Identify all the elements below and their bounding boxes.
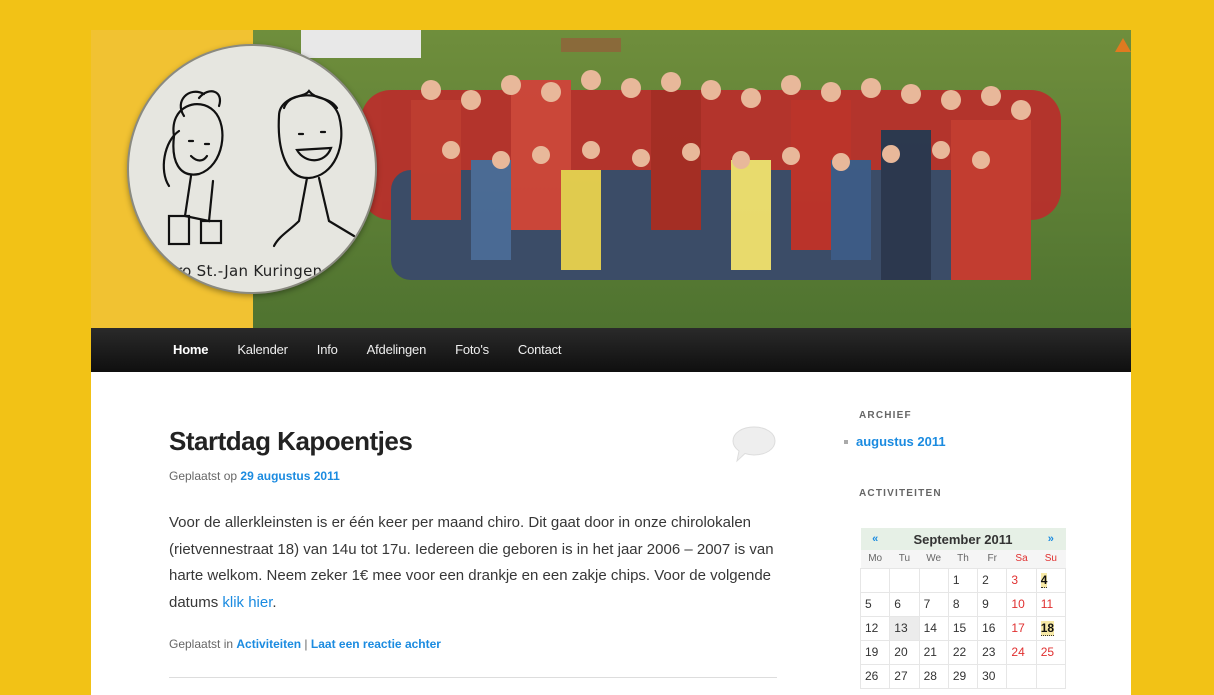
main-navigation: Home Kalender Info Afdelingen Foto's Con… — [91, 328, 1131, 372]
calendar-day: 29 — [947, 663, 979, 689]
calendar-event-link[interactable]: 4 — [1040, 573, 1048, 588]
calendar-day: 19 — [859, 639, 891, 665]
calendar-day: 15 — [947, 615, 979, 641]
footer-separator: | — [304, 637, 308, 651]
post-body-end: . — [272, 593, 277, 611]
post-footer-prefix: Geplaatst in — [169, 637, 234, 651]
nav-item-afdelingen[interactable]: Afdelingen — [367, 328, 427, 372]
calendar-day-empty — [918, 567, 949, 593]
calendar-day: 25 — [1035, 639, 1067, 665]
calendar-month-title: September 2011 — [913, 531, 1013, 547]
nav-item-contact[interactable]: Contact — [518, 328, 562, 372]
post-meta-prefix: Geplaatst op — [169, 469, 238, 483]
calendar-day: 30 — [977, 663, 1008, 689]
calendar-next-button[interactable]: » — [1036, 528, 1065, 550]
archive-link-aug-2011[interactable]: augustus 2011 — [856, 434, 946, 449]
weekday-label: Mo — [860, 550, 890, 568]
calendar-day: 26 — [859, 663, 891, 689]
calendar-day-empty — [889, 567, 920, 593]
weekday-label: Su — [1036, 550, 1066, 568]
bullet-icon — [844, 439, 848, 444]
calendar-day: 6 — [889, 591, 920, 617]
calendar-day-today: 13 — [889, 615, 920, 641]
weekday-label: Tu — [889, 550, 920, 568]
nav-item-fotos[interactable]: Foto's — [455, 328, 489, 372]
post-date-link[interactable]: 29 augustus 2011 — [240, 469, 339, 483]
calendar-day: 14 — [918, 615, 949, 641]
calendar-day: 27 — [889, 663, 920, 689]
calendar-day-empty — [859, 567, 891, 593]
calendar-day: 1 — [947, 567, 979, 593]
page-container: Chiro St.-Jan Kuringen Hei Home Kalender… — [91, 30, 1131, 695]
calendar-day: 24 — [1006, 639, 1037, 665]
weekday-label: Th — [948, 550, 978, 568]
nav-item-home[interactable]: Home — [173, 328, 209, 372]
post-footer: Geplaatst in Activiteiten | Laat een rea… — [169, 637, 441, 651]
weekday-label: Fr — [977, 550, 1007, 568]
calendar-weekday-row: Mo Tu We Th Fr Sa Su — [860, 550, 1066, 568]
calendar-day: 21 — [918, 639, 949, 665]
calendar-day: 17 — [1006, 615, 1037, 641]
calendar-day: 5 — [859, 591, 891, 617]
calendar-week-row: 1 2 3 4 — [859, 567, 1067, 593]
calendar-day-event[interactable]: 4 — [1035, 567, 1067, 593]
post-title[interactable]: Startdag Kapoentjes — [169, 426, 413, 457]
calendar-week-row: 12 13 14 15 16 17 18 — [859, 615, 1067, 641]
logo-caption: Chiro St.-Jan Kuringen Hei — [150, 262, 354, 280]
calendar-day: 3 — [1006, 567, 1037, 593]
weekday-label: We — [919, 550, 949, 568]
category-link[interactable]: Activiteiten — [236, 637, 301, 651]
calendar-day: 28 — [918, 663, 949, 689]
calendar-day: 22 — [947, 639, 979, 665]
calendar-day: 7 — [918, 591, 949, 617]
calendar-day: 12 — [859, 615, 891, 641]
calendar-week-row: 5 6 7 8 9 10 11 — [859, 591, 1067, 617]
calendar-week-row: 19 20 21 22 23 24 25 — [859, 639, 1067, 665]
cartoon-kids-icon — [162, 89, 356, 248]
calendar-day: 2 — [977, 567, 1008, 593]
calendar-day: 11 — [1035, 591, 1067, 617]
post-body: Voor de allerkleinsten is er één keer pe… — [169, 510, 777, 616]
archive-widget-title: ARCHIEF — [859, 410, 912, 421]
calendar-day: 10 — [1006, 591, 1037, 617]
calendar-prev-button[interactable]: « — [861, 528, 890, 550]
archive-item: augustus 2011 — [844, 434, 946, 449]
calendar-event-link[interactable]: 18 — [1040, 621, 1055, 636]
calendar-day-empty — [1035, 663, 1067, 689]
leave-reply-link[interactable]: Laat een reactie achter — [311, 637, 441, 651]
post-body-link[interactable]: klik hier — [222, 594, 272, 611]
calendar-week-row: 26 27 28 29 30 — [859, 663, 1067, 689]
calendar-widget: « September 2011 » Mo Tu We Th Fr Sa Su … — [859, 528, 1067, 689]
calendar-header: « September 2011 » — [860, 528, 1066, 550]
weekday-label: Sa — [1006, 550, 1037, 568]
calendar-day: 23 — [977, 639, 1008, 665]
activities-widget-title: ACTIVITEITEN — [859, 488, 942, 499]
post-meta: Geplaatst op 29 augustus 2011 — [169, 469, 340, 483]
site-logo[interactable]: Chiro St.-Jan Kuringen Hei — [127, 44, 377, 294]
nav-item-info[interactable]: Info — [317, 328, 338, 372]
site-header: Chiro St.-Jan Kuringen Hei — [91, 30, 1131, 328]
calendar-day: 20 — [889, 639, 920, 665]
calendar-day: 8 — [947, 591, 979, 617]
comment-bubble-icon[interactable] — [731, 424, 777, 464]
calendar-day-empty — [1006, 663, 1037, 689]
archive-list: augustus 2011 — [844, 434, 946, 449]
calendar-day: 9 — [977, 591, 1008, 617]
nav-item-kalender[interactable]: Kalender — [237, 328, 288, 372]
calendar-day: 16 — [977, 615, 1008, 641]
post-divider — [169, 677, 777, 678]
calendar-day-event[interactable]: 18 — [1035, 615, 1067, 641]
